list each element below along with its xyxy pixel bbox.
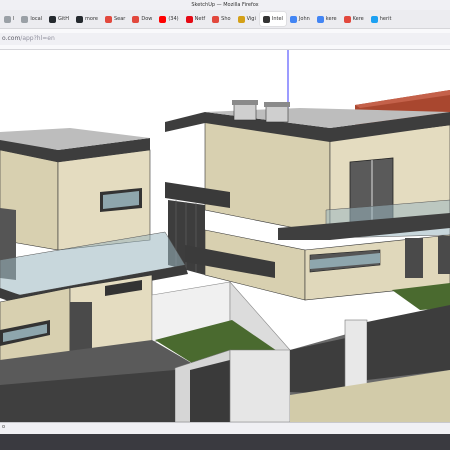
right-house-door-2: [438, 236, 450, 274]
tab-label: l: [13, 16, 15, 22]
netflix-icon: [185, 15, 193, 23]
vigi-icon: [237, 15, 245, 23]
tab-9[interactable]: Vigi: [235, 12, 259, 26]
tab-label: John: [298, 16, 310, 22]
navigation-bar: o.com/app?hl=en: [0, 29, 450, 50]
tab-label: Netf: [194, 16, 206, 22]
status-strip: [0, 434, 450, 450]
tab-5[interactable]: Dow: [129, 12, 155, 26]
sketchup-3d-viewport[interactable]: [0, 50, 450, 422]
tab-label: Sear: [113, 16, 126, 22]
status-text: o: [2, 424, 6, 430]
window-titlebar: SketchUp — Mozilla Firefox: [0, 0, 450, 10]
tab-2[interactable]: GitH: [46, 12, 72, 26]
youtube-icon: [159, 15, 167, 23]
tab-11[interactable]: John: [287, 12, 313, 26]
tab-label: herit: [379, 16, 392, 22]
doc-icon: [21, 15, 29, 23]
shop-icon: [212, 15, 220, 23]
tab-3[interactable]: more: [73, 12, 101, 26]
github-icon: [76, 15, 84, 23]
github-icon: [49, 15, 57, 23]
front-fence-wall: [229, 349, 291, 422]
close-x-icon: [132, 15, 140, 23]
tab-14[interactable]: herit: [368, 12, 395, 26]
sketchup-icon: [262, 15, 270, 23]
url-path: /app?hl=en: [20, 35, 55, 42]
tab-label: local: [30, 16, 43, 22]
window-title: SketchUp — Mozilla Firefox: [191, 2, 259, 8]
front-gate: [190, 360, 230, 422]
house-model: [0, 50, 450, 422]
right-house-door: [405, 238, 423, 278]
tab-label: (34): [168, 16, 179, 22]
google-icon: [316, 15, 324, 23]
tab-7[interactable]: Netf: [183, 12, 209, 26]
status-bar: o: [0, 422, 450, 450]
tab-4[interactable]: Sear: [102, 12, 128, 26]
tab-strip: l local GitH more Sear Dow (34) Netf Sho Vigi Inte…: [0, 10, 450, 29]
tab-label: kere: [325, 16, 337, 22]
ring-icon: [343, 15, 351, 23]
url-prefix: o.com: [2, 35, 21, 42]
tab-13[interactable]: Kere: [341, 12, 367, 26]
tab-label: Dow: [141, 16, 153, 22]
search-icon: [104, 15, 112, 23]
doc-icon: [4, 15, 11, 23]
tab-label: Sho: [221, 16, 231, 22]
tab-12[interactable]: kere: [314, 12, 340, 26]
tab-label: more: [85, 16, 98, 22]
fence-panel-2: [367, 305, 450, 380]
tab-8[interactable]: Sho: [209, 12, 233, 26]
tab-0[interactable]: l: [1, 12, 17, 26]
browser-window: SketchUp — Mozilla Firefox l local GitH mor…: [0, 0, 450, 450]
tab-10[interactable]: Intel: [259, 12, 286, 26]
tab-label: Intel: [271, 16, 283, 22]
tab-1[interactable]: local: [18, 12, 45, 26]
twitter-icon: [370, 15, 378, 23]
tab-label: Kere: [352, 16, 364, 22]
chimney-left-cap: [232, 100, 258, 105]
url-bar[interactable]: o.com/app?hl=en: [0, 33, 450, 45]
google-icon: [289, 15, 297, 23]
chimney-right-cap: [264, 102, 290, 107]
left-house-door: [70, 302, 92, 352]
tab-label: Vigi: [246, 16, 256, 22]
chimney-right: [265, 105, 289, 123]
tab-label: GitH: [58, 16, 70, 22]
chimney-left: [233, 103, 257, 121]
tab-6[interactable]: (34): [156, 12, 181, 26]
